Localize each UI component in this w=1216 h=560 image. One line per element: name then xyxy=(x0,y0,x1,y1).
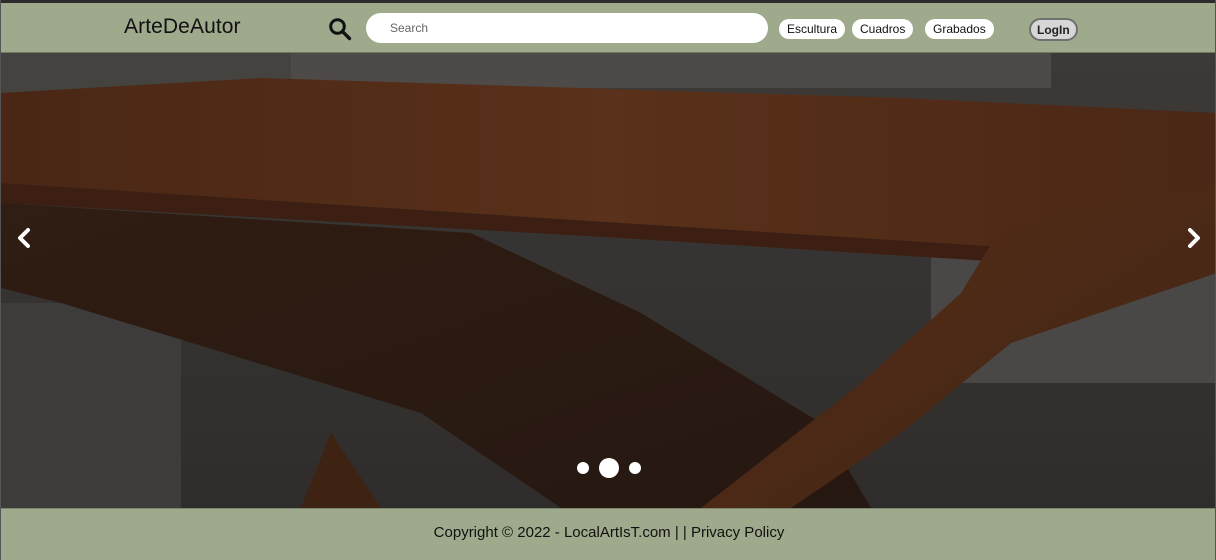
slide-image xyxy=(1,53,1215,508)
category-grabados-button[interactable]: Grabados xyxy=(925,19,994,39)
site-link[interactable]: LocalArtIsT.com xyxy=(564,524,671,541)
carousel-indicators xyxy=(1,457,1215,479)
footer: Copyright © 2022 - LocalArtIsT.com | | P… xyxy=(1,508,1215,560)
login-button[interactable]: LogIn xyxy=(1029,18,1078,41)
image-carousel xyxy=(1,53,1215,508)
chevron-right-icon[interactable] xyxy=(1179,223,1209,253)
privacy-policy-link[interactable]: Privacy Policy xyxy=(691,524,784,541)
copyright-text: Copyright © 2022 - xyxy=(433,524,564,541)
category-escultura-button[interactable]: Escultura xyxy=(779,19,846,39)
carousel-indicator-3[interactable] xyxy=(629,462,641,474)
search-input[interactable] xyxy=(366,13,768,43)
carousel-indicator-2-active[interactable] xyxy=(599,458,619,478)
carousel-indicator-1[interactable] xyxy=(577,462,589,474)
footer-separator: | | xyxy=(670,524,691,541)
page-frame: ArteDeAutor Escultura Cuadros Grabados L… xyxy=(0,0,1216,560)
chevron-left-icon[interactable] xyxy=(9,223,39,253)
brand-title[interactable]: ArteDeAutor xyxy=(124,15,241,39)
footer-text: Copyright © 2022 - LocalArtIsT.com | | P… xyxy=(1,524,1215,541)
top-navbar: ArteDeAutor Escultura Cuadros Grabados L… xyxy=(1,0,1215,53)
search-icon[interactable] xyxy=(328,17,352,41)
category-cuadros-button[interactable]: Cuadros xyxy=(852,19,914,39)
